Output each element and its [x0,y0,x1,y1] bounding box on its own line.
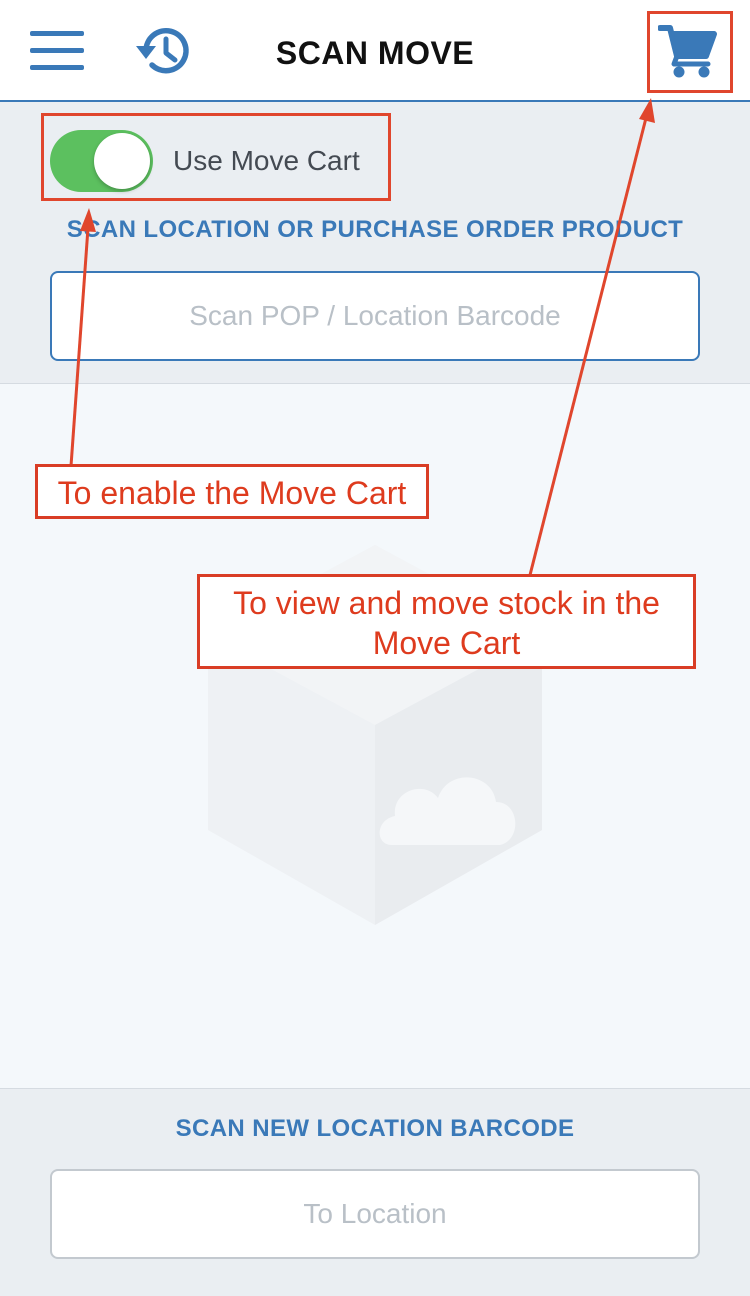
toggle-annotation: To enable the Move Cart [35,464,429,519]
to-location-input[interactable] [50,1169,700,1259]
cart-annotation-line1: To view and move stock in the [233,585,660,621]
new-location-label: SCAN NEW LOCATION BARCODE [175,1115,575,1142]
history-icon[interactable] [134,24,194,78]
scan-location-label: SCAN LOCATION OR PURCHASE ORDER PRODUCT [66,216,684,243]
hamburger-menu-icon[interactable] [30,31,84,71]
app-header: SCAN MOVE [0,0,750,102]
cart-annotation-line2: Move Cart [372,625,521,661]
cart-highlight-box [647,11,733,93]
toggle-highlight-box [41,113,391,201]
cart-annotation: To view and move stock in the Move Cart [197,574,696,669]
scan-barcode-input[interactable] [50,271,700,361]
page-title: SCAN MOVE [275,35,475,71]
